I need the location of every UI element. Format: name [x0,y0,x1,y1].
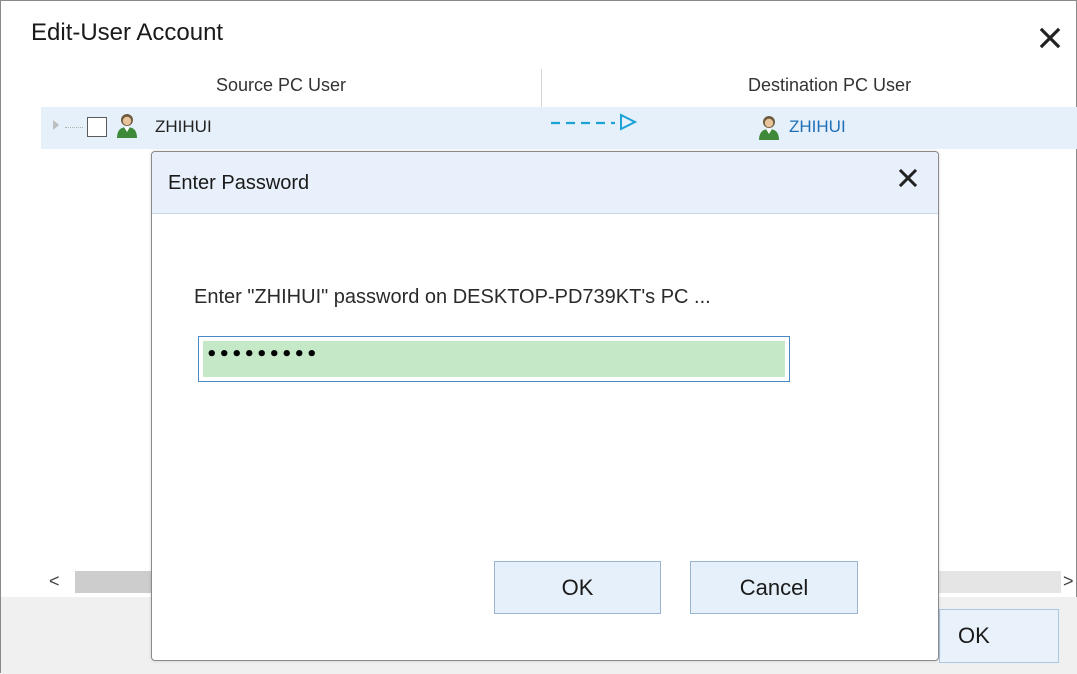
mapping-arrow-icon [551,113,638,131]
cancel-button[interactable]: Cancel [690,561,858,614]
dialog-header: Enter Password [152,152,938,214]
dialog-title: Enter Password [168,172,310,194]
scroll-left-icon[interactable]: < [49,571,60,592]
enter-password-dialog: Enter Password Enter "ZHIHUI" password o… [151,151,939,661]
ok-button[interactable]: OK [494,561,661,614]
ok-button[interactable]: OK [939,609,1059,663]
edit-user-account-window: Edit-User Account Source PC User Destina… [0,0,1077,674]
password-prompt: Enter "ZHIHUI" password on DESKTOP-PD739… [194,286,711,308]
column-header-source: Source PC User [216,75,347,95]
close-icon[interactable] [896,166,920,190]
column-header-destination: Destination PC User [748,75,912,95]
scroll-right-icon[interactable]: > [1063,571,1074,592]
scrollbar-thumb[interactable] [75,571,155,593]
user-icon [759,116,779,140]
window-title: Edit-User Account [31,19,224,46]
scrollbar-track[interactable] [939,571,1061,593]
source-user-name: ZHIHUI [155,117,212,136]
expand-arrow-icon[interactable] [53,120,59,130]
tree-connector [65,127,83,128]
destination-user-name[interactable]: ZHIHUI [789,117,846,137]
column-divider [541,69,542,107]
password-field[interactable]: ••••••••• [198,336,790,382]
password-value: ••••••••• [203,341,785,377]
user-icon [117,114,137,138]
user-checkbox[interactable] [87,117,107,137]
close-icon[interactable] [1037,25,1063,51]
